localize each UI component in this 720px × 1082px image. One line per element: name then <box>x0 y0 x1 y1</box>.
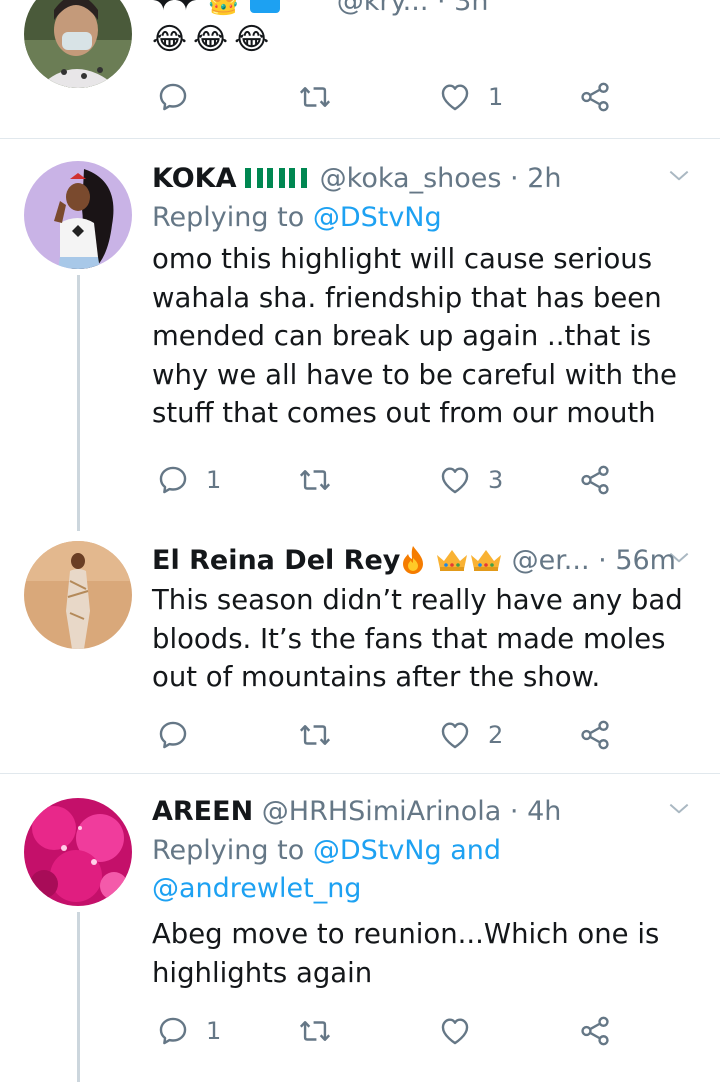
mention-link[interactable]: @DStvNg <box>313 202 442 233</box>
like-count: 2 <box>488 721 504 749</box>
tweet-text: This season didn’t really have any bad b… <box>152 584 683 693</box>
like-button[interactable]: 3 <box>438 457 503 503</box>
retweet-button[interactable] <box>298 457 348 503</box>
reply-button[interactable]: 1 <box>156 1008 221 1054</box>
replying-prefix: Replying to <box>152 202 313 233</box>
fire-emoji <box>403 546 424 574</box>
tweet-item[interactable]: AREEN @HRHSimiArinola · 4h Replying to @… <box>0 774 720 1082</box>
tweet-handle[interactable]: @koka_shoes · 2h <box>320 163 562 194</box>
reply-icon <box>156 718 190 752</box>
share-icon <box>578 718 612 752</box>
tweet-actions: 1 3 <box>152 457 632 503</box>
tweet-header: ✦✦ 👑 @kry... · 3h <box>152 0 690 22</box>
replying-to: Replying to @DStvNg and @andrewlet_ng <box>152 832 690 908</box>
like-icon <box>438 718 472 752</box>
share-button[interactable] <box>578 457 612 503</box>
like-count: 1 <box>488 83 504 111</box>
nigeria-flag-icon <box>245 168 308 188</box>
tweet-item[interactable]: ✦✦ 👑 @kry... · 3h 😂😂😂 1 <box>0 0 720 138</box>
retweet-icon <box>298 463 332 497</box>
tweet-text: omo this highlight will cause serious wa… <box>152 243 677 429</box>
tweet-header: AREEN @HRHSimiArinola · 4h <box>152 792 690 832</box>
share-icon <box>578 80 612 114</box>
display-name[interactable]: El Reina Del Rey <box>152 545 400 576</box>
like-button[interactable] <box>438 1008 488 1054</box>
replying-to: Replying to @DStvNg <box>152 199 690 237</box>
like-icon <box>438 1014 472 1048</box>
avatar[interactable] <box>24 0 132 88</box>
tweet-handle[interactable]: @HRHSimiArinola · 4h <box>262 796 562 827</box>
display-name[interactable]: KOKA <box>152 163 236 194</box>
tweet-time: · 56m <box>598 545 676 576</box>
tweet-handle: @kry... · 3h <box>279 0 489 17</box>
retweet-icon <box>298 80 332 114</box>
share-button[interactable] <box>578 74 612 120</box>
tweet-item[interactable]: KOKA @koka_shoes · 2h Replying to @DStvN… <box>0 139 720 531</box>
tweet-header: KOKA @koka_shoes · 2h <box>152 159 690 199</box>
avatar[interactable] <box>24 798 132 906</box>
crown-emoji <box>436 550 467 571</box>
like-icon <box>438 80 472 114</box>
tweet-actions: 1 <box>152 1008 632 1054</box>
reply-button[interactable] <box>156 74 206 120</box>
display-name[interactable]: AREEN <box>152 796 253 827</box>
tweet-handle[interactable]: @er... <box>512 545 590 576</box>
mention-link[interactable]: @andrewlet_ng <box>152 873 361 904</box>
avatar[interactable] <box>24 541 132 649</box>
share-icon <box>578 1014 612 1048</box>
tweet-actions: 2 <box>152 712 632 758</box>
replying-prefix: Replying to <box>152 835 313 866</box>
retweet-icon <box>298 1014 332 1048</box>
mention-link[interactable]: @DStvNg and <box>313 835 501 866</box>
reply-icon <box>156 1014 190 1048</box>
reply-button[interactable]: 1 <box>156 457 221 503</box>
avatar[interactable] <box>24 161 132 269</box>
tweet-header: El Reina Del Rey @er... · 56m <box>152 541 690 581</box>
tweet-text: Abeg move to reunion...Which one is high… <box>152 918 660 989</box>
retweet-icon <box>298 718 332 752</box>
retweet-button[interactable] <box>298 712 348 758</box>
thread-line <box>77 275 80 531</box>
reply-icon <box>156 80 190 114</box>
share-button[interactable] <box>578 1008 612 1054</box>
like-count: 3 <box>488 466 504 494</box>
share-button[interactable] <box>578 712 612 758</box>
reply-button[interactable] <box>156 712 206 758</box>
share-icon <box>578 463 612 497</box>
like-button[interactable]: 2 <box>438 712 503 758</box>
tweet-item[interactable]: El Reina Del Rey @er... · 56m This seaso… <box>0 521 720 774</box>
reply-icon <box>156 463 190 497</box>
tweet-actions: 1 <box>152 74 632 120</box>
like-button[interactable]: 1 <box>438 74 503 120</box>
reply-count: 1 <box>206 466 222 494</box>
thread-line <box>77 912 80 1082</box>
like-icon <box>438 463 472 497</box>
retweet-button[interactable] <box>298 1008 348 1054</box>
crown-emoji <box>470 550 501 571</box>
reply-count: 1 <box>206 1017 222 1045</box>
tweet-text: 😂😂😂 <box>152 22 276 57</box>
retweet-button[interactable] <box>298 74 348 120</box>
